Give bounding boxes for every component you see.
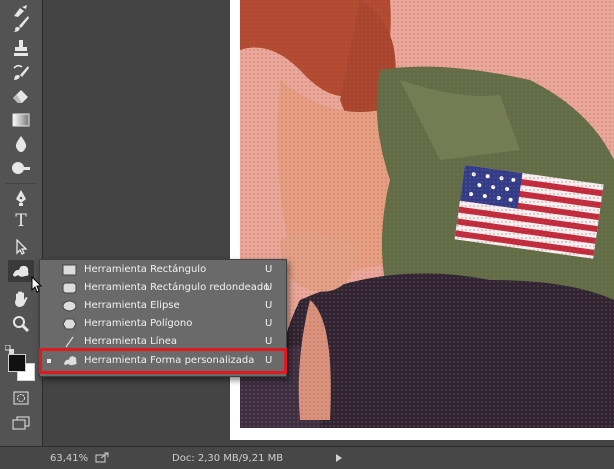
export-icon[interactable] — [95, 452, 109, 463]
menu-item-shortcut: U — [265, 336, 273, 347]
menu-item-label: Herramienta Polígono — [84, 318, 193, 329]
shape-tools-flyout: Herramienta Rectángulo U Herramienta Rec… — [39, 259, 287, 377]
menu-item-shortcut: U — [265, 264, 273, 275]
line-icon — [62, 336, 77, 348]
path-selection-icon[interactable] — [8, 236, 34, 258]
type-tool-icon[interactable]: T — [8, 210, 34, 232]
menu-item-custom-shape-tool[interactable]: Herramienta Forma personalizada U — [39, 348, 287, 374]
menu-item-label: Herramienta Rectángulo — [84, 264, 207, 275]
quick-mask-icon[interactable] — [8, 387, 34, 409]
swap-colors-icon[interactable] — [4, 340, 15, 354]
zoom-icon[interactable] — [8, 313, 34, 335]
foreground-color-swatch[interactable] — [8, 354, 26, 372]
mouse-cursor-icon — [31, 275, 43, 298]
menu-item-label: Herramienta Rectángulo redondeado — [84, 282, 270, 293]
menu-item-rectangle-tool[interactable]: Herramienta Rectángulo U — [40, 261, 286, 279]
history-brush-icon[interactable] — [8, 61, 34, 83]
rectangle-icon — [62, 264, 77, 276]
stamp-icon[interactable] — [8, 37, 34, 59]
eraser-icon[interactable] — [8, 86, 34, 108]
menu-item-label: Herramienta Línea — [84, 336, 178, 347]
halftone-photo — [240, 0, 614, 428]
menu-item-shortcut: U — [265, 355, 273, 366]
document-size: Doc: 2,30 MB/9,21 MB — [172, 453, 284, 464]
menu-item-shortcut: U — [265, 318, 273, 329]
screen-mode-icon[interactable] — [8, 412, 34, 434]
zoom-level[interactable]: 63,41% — [50, 453, 88, 464]
ellipse-icon — [62, 300, 77, 312]
menu-item-shortcut: U — [265, 300, 273, 311]
custom-shape-icon — [62, 354, 77, 366]
gradient-icon[interactable] — [8, 109, 34, 131]
menu-item-polygon-tool[interactable]: Herramienta Polígono U — [40, 315, 286, 333]
status-menu-arrow-icon[interactable] — [336, 454, 342, 462]
drop-icon[interactable] — [8, 133, 34, 155]
brush-icon[interactable] — [8, 13, 34, 35]
dodge-icon[interactable] — [8, 157, 34, 179]
menu-item-ellipse-tool[interactable]: Herramienta Elipse U — [40, 297, 286, 315]
toolbar-divider — [6, 183, 36, 184]
pen-icon[interactable] — [8, 187, 34, 209]
status-bar: 63,41% Doc: 2,30 MB/9,21 MB — [0, 446, 614, 469]
menu-item-label: Herramienta Forma personalizada — [84, 355, 255, 366]
polygon-icon — [62, 318, 77, 330]
menu-item-rounded-rectangle-tool[interactable]: Herramienta Rectángulo redondeado U — [40, 279, 286, 297]
selected-bullet — [47, 359, 51, 363]
menu-item-label: Herramienta Elipse — [84, 300, 180, 311]
menu-item-shortcut: U — [265, 282, 273, 293]
rounded-rectangle-icon — [62, 282, 77, 294]
tools-panel: T — [0, 0, 43, 446]
